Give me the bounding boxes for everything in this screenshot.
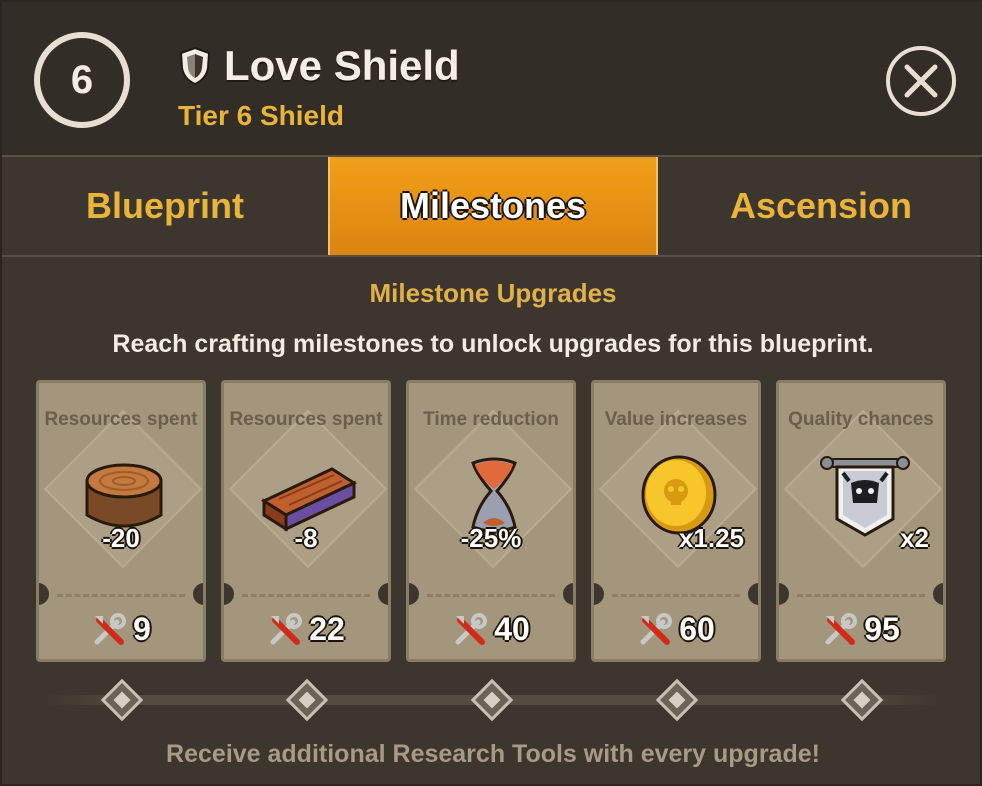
craft-requirement: 95 — [779, 611, 943, 648]
item-title: Love Shield — [224, 42, 460, 89]
milestone-node — [840, 678, 884, 722]
milestone-label: Resources spent — [44, 409, 198, 430]
milestone-value: -8 — [294, 523, 318, 553]
milestone-label: Quality chances — [788, 409, 934, 430]
ticket-notch — [193, 583, 203, 605]
milestone-label: Time reduction — [423, 409, 559, 430]
tools-icon — [825, 612, 858, 645]
tools-icon — [640, 612, 673, 645]
craft-requirement: 9 — [39, 611, 203, 648]
close-icon — [904, 64, 938, 98]
craft-count: 9 — [133, 611, 151, 647]
ticket-notch — [594, 583, 604, 605]
milestone-node — [285, 678, 329, 722]
divider — [612, 594, 740, 597]
ticket-notch — [748, 583, 758, 605]
milestone-label: Resources spent — [229, 409, 383, 430]
tab-ascension[interactable]: Ascension — [658, 157, 982, 255]
ticket-notch — [409, 583, 419, 605]
craft-requirement: 22 — [224, 611, 388, 648]
milestone-card[interactable]: Resources spent -8 22 — [221, 380, 391, 662]
tab-bar: Blueprint Milestones Ascension — [2, 157, 982, 257]
close-button[interactable] — [886, 46, 956, 116]
milestone-label: Value increases — [604, 409, 748, 430]
section-title: Milestone Upgrades — [369, 278, 617, 308]
craft-requirement: 60 — [594, 611, 758, 648]
ticket-notch — [39, 583, 49, 605]
milestone-card[interactable]: Time reduction -25% 40 — [406, 380, 576, 662]
header: 6 Love Shield Tier 6 Shield — [2, 2, 982, 157]
milestone-value: -25% — [460, 523, 522, 553]
craft-count: 95 — [864, 611, 900, 647]
tools-icon — [94, 612, 127, 645]
section-description: Reach crafting milestones to unlock upgr… — [112, 330, 874, 358]
milestones-panel: 6 Love Shield Tier 6 Shield Blueprint Mi… — [0, 0, 982, 786]
craft-requirement: 40 — [409, 611, 573, 648]
milestone-card[interactable]: Resources spent -20 9 — [36, 380, 206, 662]
milestone-node — [100, 678, 144, 722]
tier-badge: 6 — [34, 32, 130, 128]
ticket-notch — [378, 583, 388, 605]
ticket-notch — [563, 583, 573, 605]
tab-blueprint[interactable]: Blueprint — [2, 157, 328, 255]
milestone-value: x2 — [900, 523, 929, 553]
divider — [57, 594, 185, 597]
tools-icon — [455, 612, 488, 645]
craft-count: 40 — [494, 611, 530, 647]
milestone-cards: Resources spent -20 9 Resources spent -8… — [36, 380, 948, 662]
tab-milestones[interactable]: Milestones — [328, 157, 658, 255]
divider — [427, 594, 555, 597]
shield-icon — [179, 46, 211, 86]
ticket-notch — [933, 583, 943, 605]
milestone-card[interactable]: Quality chances x2 95 — [776, 380, 946, 662]
footer-note: Receive additional Research Tools with e… — [166, 740, 820, 768]
divider — [797, 594, 925, 597]
tier-number: 6 — [70, 57, 94, 102]
tools-icon — [270, 612, 303, 645]
divider — [242, 594, 370, 597]
craft-count: 60 — [679, 611, 715, 647]
milestone-node — [470, 678, 514, 722]
ticket-notch — [779, 583, 789, 605]
item-subtitle: Tier 6 Shield — [178, 100, 344, 131]
milestone-value: x1.25 — [678, 523, 744, 553]
craft-count: 22 — [309, 611, 345, 647]
milestone-card[interactable]: Value increases x1.25 60 — [591, 380, 761, 662]
milestone-value: -20 — [102, 523, 140, 553]
title-row: Love Shield — [178, 42, 460, 90]
milestone-node — [655, 678, 699, 722]
ticket-notch — [224, 583, 234, 605]
